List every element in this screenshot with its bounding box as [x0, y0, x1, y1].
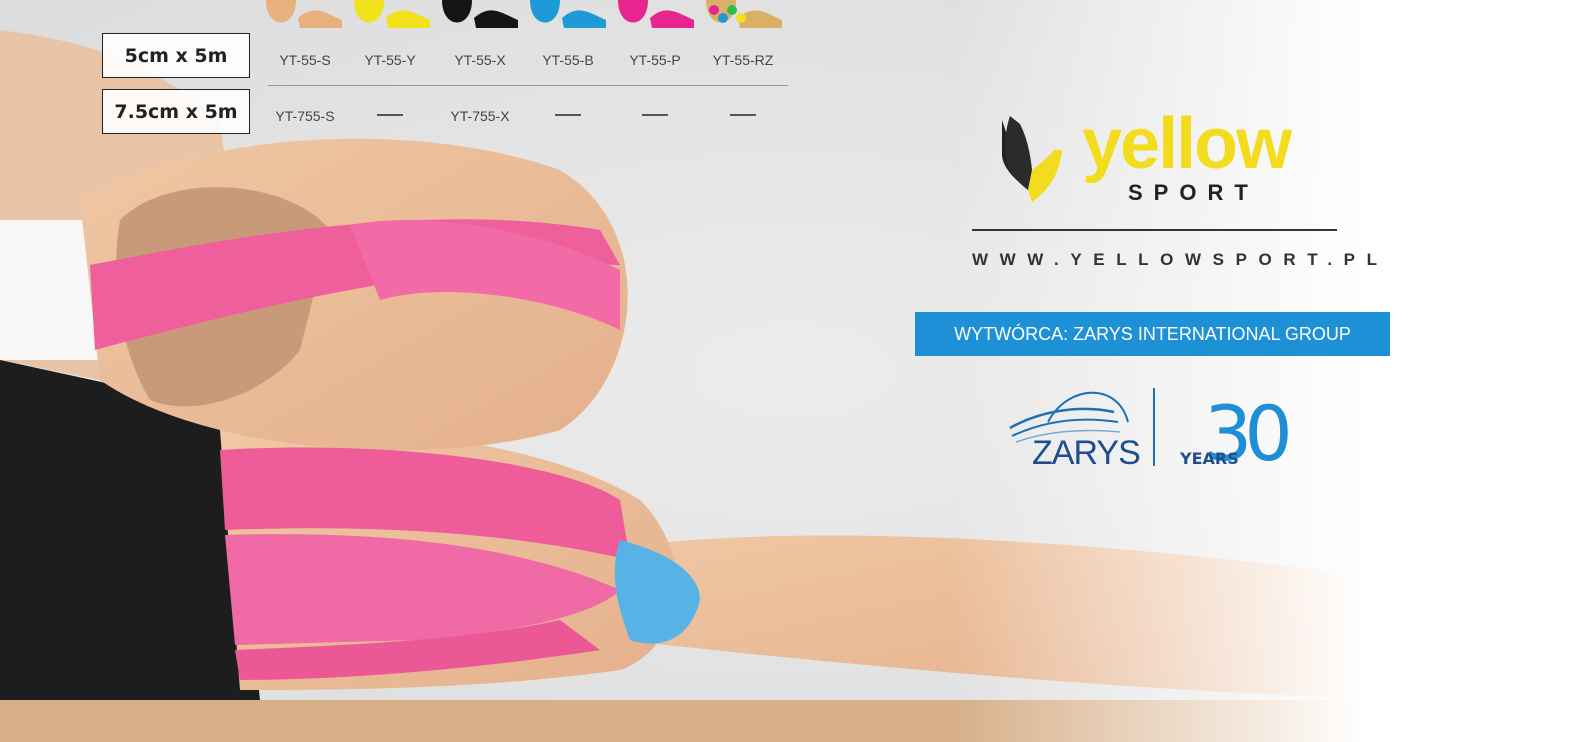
size-label-7-5cm: 7.5cm x 5m [102, 89, 250, 134]
years-label: YEARS [1179, 449, 1239, 468]
tape-color-swatches [266, 0, 782, 28]
tape-roll-swatch [530, 0, 606, 28]
website-url[interactable]: WWW.YELLOWSPORT.PL [972, 250, 1377, 270]
brand-subtitle: SPORT [1128, 180, 1259, 205]
product-code: YT-55-RZ [712, 52, 774, 68]
unavailable-dash [555, 114, 581, 116]
zarys-30-years-logo: ZARYS 30 YEARS [1009, 388, 1296, 472]
product-code: YT-55-X [454, 52, 506, 68]
zarys-wordmark: ZARYS [1032, 434, 1140, 472]
unavailable-dash [730, 114, 756, 116]
manufacturer-banner: WYTWÓRCA: ZARYS INTERNATIONAL GROUP [915, 312, 1390, 356]
brand-divider [972, 229, 1337, 231]
tape-roll-swatch [706, 0, 782, 28]
unavailable-dash [642, 114, 668, 116]
product-code: YT-55-P [629, 52, 681, 68]
product-code: YT-55-S [279, 52, 331, 68]
unavailable-dash [377, 114, 403, 116]
product-code: YT-55-B [542, 52, 594, 68]
product-code: YT-755-X [450, 108, 510, 124]
brand-wordmark: yellow [1082, 104, 1292, 184]
tape-roll-swatch [354, 0, 430, 28]
product-code: YT-55-Y [364, 52, 416, 68]
product-code: YT-755-S [275, 108, 335, 124]
size-label-5cm: 5cm x 5m [102, 33, 250, 78]
tape-roll-swatch [618, 0, 694, 28]
tape-roll-swatch [442, 0, 518, 28]
yellow-sport-logo-icon [1002, 116, 1062, 202]
table-divider [268, 85, 788, 86]
tape-roll-swatch [266, 0, 342, 28]
